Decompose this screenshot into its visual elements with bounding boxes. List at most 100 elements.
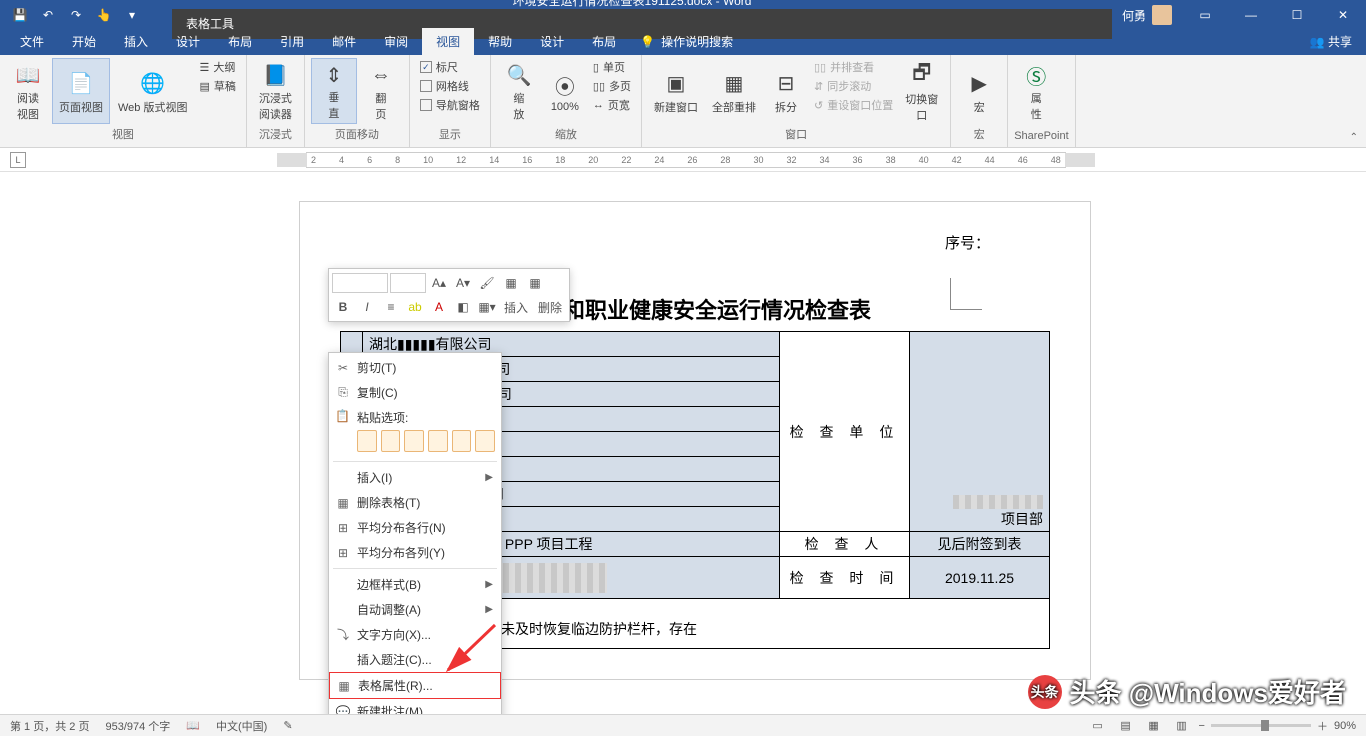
shading-icon[interactable]: ◧ <box>452 296 474 318</box>
table-properties-item[interactable]: ▦表格属性(R)... <box>329 672 501 699</box>
tab-help[interactable]: 帮助 <box>474 28 526 55</box>
format-painter-icon[interactable]: 🖌 <box>476 272 498 294</box>
tab-table-layout[interactable]: 布局 <box>578 28 630 55</box>
tab-insert[interactable]: 插入 <box>110 28 162 55</box>
zoom-out-button[interactable]: − <box>1199 720 1205 732</box>
paste-new-icon[interactable] <box>475 430 495 452</box>
font-color-icon[interactable]: A <box>428 296 450 318</box>
borders-dropdown-icon[interactable]: ▦▾ <box>476 296 498 318</box>
share-button[interactable]: 👥 共享 <box>1296 28 1366 55</box>
word-count[interactable]: 953/974 个字 <box>105 718 170 734</box>
paste-merge-icon[interactable] <box>381 430 401 452</box>
spell-check-icon[interactable]: 📖 <box>186 719 200 732</box>
outline-button[interactable]: ☰大纲 <box>195 58 239 76</box>
web-layout-button[interactable]: 🌐Web 版式视图 <box>112 58 193 124</box>
document-area[interactable]: 序号： 环境和职业健康安全运行情况检查表 湖北▮▮▮▮▮有限公司 检 查 单 位… <box>0 172 1366 714</box>
vertical-button[interactable]: ⇕垂 直 <box>311 58 357 124</box>
border-style-submenu[interactable]: 边框样式(B)▶ <box>329 572 501 597</box>
tell-me-search[interactable]: 💡 操作说明搜索 <box>630 28 743 55</box>
time-label[interactable]: 检 查 时 间 <box>780 557 910 599</box>
font-size-combo[interactable] <box>390 273 426 293</box>
immersive-reader-button[interactable]: 📘沉浸式 阅读器 <box>253 58 298 124</box>
tab-file[interactable]: 文件 <box>6 28 58 55</box>
page-indicator[interactable]: 第 1 页，共 2 页 <box>10 718 89 734</box>
tab-review[interactable]: 审阅 <box>370 28 422 55</box>
table-styles-icon[interactable]: ▦ <box>524 272 546 294</box>
bold-icon[interactable]: B <box>332 296 354 318</box>
col-check-unit[interactable]: 检 查 单 位 <box>780 332 910 532</box>
tab-layout[interactable]: 布局 <box>214 28 266 55</box>
multi-page-button[interactable]: ▯▯多页 <box>589 77 635 95</box>
split-button[interactable]: ⊟拆分 <box>764 58 808 124</box>
redo-icon[interactable]: ↷ <box>64 3 88 27</box>
tab-table-design[interactable]: 设计 <box>526 28 578 55</box>
minimize-button[interactable]: — <box>1228 0 1274 30</box>
page-width-button[interactable]: ↔页宽 <box>589 96 635 114</box>
insert-submenu[interactable]: 插入(I)▶ <box>329 465 501 490</box>
ribbon-options-icon[interactable]: ▭ <box>1182 0 1228 30</box>
zoom-button[interactable]: 🔍缩 放 <box>497 58 541 124</box>
ruler-checkbox[interactable]: ✓标尺 <box>416 58 484 76</box>
grow-font-icon[interactable]: A▴ <box>428 272 450 294</box>
delete-table-item[interactable]: ▦删除表格(T) <box>329 490 501 515</box>
text-direction-item[interactable]: ⤵文字方向(X)... <box>329 622 501 647</box>
distribute-rows-item[interactable]: ⊞平均分布各行(N) <box>329 515 501 540</box>
print-layout-status-icon[interactable]: ▦ <box>1143 717 1165 735</box>
insert-caption-item[interactable]: 插入题注(C)... <box>329 647 501 672</box>
gridlines-checkbox[interactable]: 网格线 <box>416 77 484 95</box>
close-button[interactable]: ✕ <box>1320 0 1366 30</box>
paste-nest-icon[interactable] <box>452 430 472 452</box>
collapse-ribbon-icon[interactable]: ⌃ <box>1350 132 1358 143</box>
autofit-submenu[interactable]: 自动调整(A)▶ <box>329 597 501 622</box>
zoom-thumb[interactable] <box>1261 720 1269 731</box>
shrink-font-icon[interactable]: A▾ <box>452 272 474 294</box>
undo-icon[interactable]: ↶ <box>36 3 60 27</box>
zoom-level[interactable]: 90% <box>1334 720 1356 732</box>
maximize-button[interactable]: ☐ <box>1274 0 1320 30</box>
paste-picture-icon[interactable] <box>404 430 424 452</box>
paste-text-icon[interactable] <box>428 430 448 452</box>
tab-home[interactable]: 开始 <box>58 28 110 55</box>
language-indicator[interactable]: 中文(中国) <box>216 718 267 734</box>
track-changes-icon[interactable]: ✎ <box>283 719 292 732</box>
tab-selector[interactable]: L <box>10 152 26 168</box>
focus-mode-icon[interactable]: ▭ <box>1087 717 1109 735</box>
print-layout-button[interactable]: 📄页面视图 <box>52 58 110 124</box>
italic-icon[interactable]: I <box>356 296 378 318</box>
highlight-icon[interactable]: ab <box>404 296 426 318</box>
macros-button[interactable]: ▶宏 <box>957 58 1001 124</box>
zoom-100-button[interactable]: ⦿100% <box>543 58 587 124</box>
cut-item[interactable]: ✂剪切(T) <box>329 355 501 380</box>
border-icon[interactable]: ▦ <box>500 272 522 294</box>
switch-windows-button[interactable]: 🗗切换窗 口 <box>899 58 944 124</box>
touch-mode-icon[interactable]: 👆 <box>92 3 116 27</box>
paste-keep-source-icon[interactable] <box>357 430 377 452</box>
copy-item[interactable]: ⎘复制(C) <box>329 380 501 405</box>
draft-button[interactable]: ▤草稿 <box>195 77 239 95</box>
horizontal-ruler[interactable]: 2468101214161820222426283032343638404244… <box>306 151 1066 169</box>
save-icon[interactable]: 💾 <box>8 3 32 27</box>
tab-mailings[interactable]: 邮件 <box>318 28 370 55</box>
read-mode-button[interactable]: 📖阅读 视图 <box>6 58 50 124</box>
arrange-all-button[interactable]: ▦全部重排 <box>706 58 762 124</box>
font-family-combo[interactable] <box>332 273 388 293</box>
checker-value[interactable]: 见后附签到表 <box>910 532 1050 557</box>
web-layout-status-icon[interactable]: ▥ <box>1171 717 1193 735</box>
zoom-in-button[interactable]: ＋ <box>1317 718 1328 734</box>
tab-design[interactable]: 设计 <box>162 28 214 55</box>
tab-view[interactable]: 视图 <box>422 28 474 55</box>
new-window-button[interactable]: ▣新建窗口 <box>648 58 704 124</box>
qat-dropdown-icon[interactable]: ▾ <box>120 3 144 27</box>
time-value[interactable]: 2019.11.25 <box>910 557 1050 599</box>
side-to-side-button[interactable]: ⇔翻 页 <box>359 58 403 124</box>
zoom-slider[interactable] <box>1211 724 1311 727</box>
properties-button[interactable]: Ⓢ属 性 <box>1014 58 1058 124</box>
one-page-button[interactable]: ▯单页 <box>589 58 635 76</box>
read-mode-status-icon[interactable]: ▤ <box>1115 717 1137 735</box>
nav-pane-checkbox[interactable]: 导航窗格 <box>416 96 484 114</box>
mini-insert-button[interactable]: 插入 <box>500 296 532 318</box>
checker-label[interactable]: 检 查 人 <box>780 532 910 557</box>
tab-references[interactable]: 引用 <box>266 28 318 55</box>
mini-delete-button[interactable]: 删除 <box>534 296 566 318</box>
distribute-cols-item[interactable]: ⊞平均分布各列(Y) <box>329 540 501 565</box>
